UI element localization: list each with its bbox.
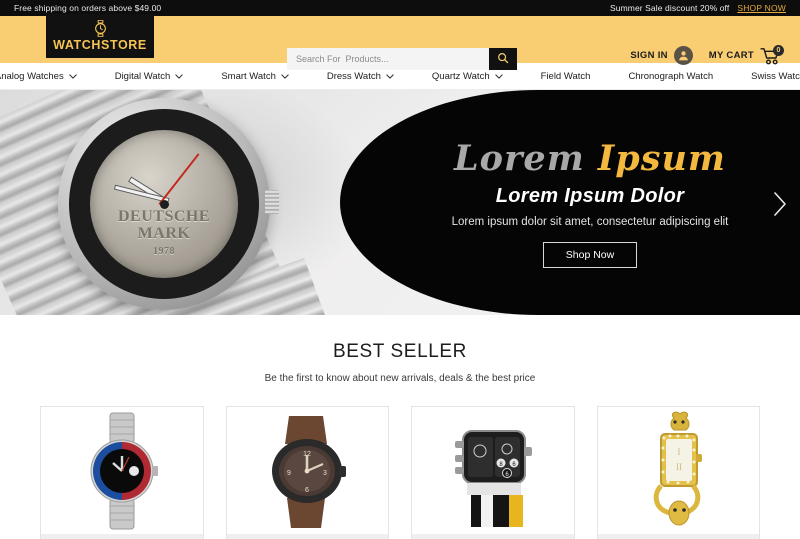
search-bar — [287, 48, 517, 70]
site-header: WATCHSTORE SIGN IN MY CART — [0, 14, 800, 70]
svg-text:II: II — [676, 462, 682, 472]
chevron-down-icon — [494, 73, 503, 79]
watch-dial: DEUTSCHE MARK 1978 — [90, 130, 238, 278]
shipping-message: Free shipping on orders above $49.00 — [14, 3, 162, 13]
sale-message: Summer Sale discount 20% off — [609, 3, 730, 13]
watch-bezel: DEUTSCHE MARK 1978 — [69, 109, 259, 299]
svg-text:9: 9 — [287, 470, 291, 477]
hero-subtitle: Lorem Ipsum Dolor — [495, 184, 685, 207]
svg-text:6: 6 — [305, 487, 309, 494]
nav-item-label: Quartz Watch — [431, 70, 490, 82]
user-avatar-icon — [673, 46, 693, 65]
announcement-right-group: Summer Sale discount 20% off SHOP NOW — [610, 3, 786, 13]
second-hand — [158, 153, 200, 205]
header-actions: SIGN IN MY CART 0 — [630, 44, 784, 65]
search-icon — [497, 52, 509, 67]
nav-item-dress-watch[interactable]: Dress Watch — [308, 71, 413, 82]
chevron-down-icon — [386, 73, 394, 79]
svg-text:3: 3 — [323, 470, 327, 477]
nav-item-digital-watch[interactable]: Digital Watch — [96, 71, 203, 82]
hero-description: Lorem ipsum dolor sit amet, consectetur … — [451, 215, 729, 228]
hero-script-title: Lorem Ipsum — [454, 138, 726, 179]
cart-label: MY CART — [708, 50, 754, 61]
product-image: I II — [597, 407, 759, 534]
cart-count-badge: 0 — [773, 44, 784, 56]
product-grid: PRODUCT 1 12 9 3 6 PRODUCT 2 8 6 6 PRODUCT… — [0, 384, 800, 539]
nav-item-label: Analog Watches — [0, 70, 64, 82]
chevron-down-icon — [281, 73, 289, 79]
watch-crown — [265, 190, 279, 214]
hero-banner: DEUTSCHE MARK 1978 Lorem Ipsum Lorem Ips… — [0, 90, 800, 315]
chevron-down-icon — [175, 73, 183, 79]
watch-icon — [93, 20, 108, 37]
nav-item-label: Dress Watch — [326, 70, 381, 82]
product-card[interactable]: 12 9 3 6 PRODUCT 2 — [225, 406, 389, 539]
product-card[interactable]: PRODUCT 1 — [40, 406, 204, 539]
hero-script-word-2: Ipsum — [597, 137, 726, 179]
nav-item-label: Digital Watch — [114, 70, 171, 82]
nav-item-quartz-watch[interactable]: Quartz Watch — [413, 71, 522, 82]
search-button[interactable] — [489, 48, 517, 70]
dial-center-pin — [159, 199, 169, 209]
svg-text:I: I — [678, 447, 681, 457]
product-card[interactable]: III PRODUCT 4 — [596, 406, 760, 539]
shop-now-link[interactable]: SHOP NOW — [737, 3, 786, 13]
nav-item-chronograph-watch[interactable]: Chronograph Watch — [609, 71, 732, 82]
product-name: PRODUCT 4 — [597, 534, 759, 539]
chevron-down-icon — [69, 73, 77, 79]
hero-shop-now-button[interactable]: Shop Now — [542, 241, 638, 268]
logo[interactable]: WATCHSTORE — [46, 14, 154, 58]
product-card[interactable]: 8 6 6 PRODUCT 3 — [411, 406, 575, 539]
section-subtitle: Be the first to know about new arrivals,… — [264, 373, 536, 384]
nav-item-label: Swiss Watch — [751, 70, 800, 82]
dial-line-2: MARK — [137, 225, 191, 242]
nav-item-field-watch[interactable]: Field Watch — [522, 71, 610, 82]
sign-in-button[interactable]: SIGN IN — [630, 46, 693, 65]
nav-item-analog-watches[interactable]: Analog Watches — [0, 71, 96, 82]
logo-text: WATCHSTORE — [53, 38, 147, 52]
search-input[interactable] — [287, 48, 489, 70]
product-name: PRODUCT 1 — [41, 534, 203, 539]
nav-item-swiss-watch[interactable]: Swiss Watch — [732, 71, 800, 82]
product-image: 8 6 6 — [412, 407, 574, 534]
svg-text:12: 12 — [303, 451, 311, 458]
hero-script-word-1: Lorem — [454, 137, 585, 179]
sign-in-label: SIGN IN — [630, 50, 668, 61]
product-image: 12 9 3 6 — [226, 407, 388, 534]
nav-item-label: Field Watch — [540, 70, 591, 82]
product-name: PRODUCT 3 — [412, 534, 574, 539]
hero-content: Lorem Ipsum Lorem Ipsum Dolor Lorem ipsu… — [400, 90, 800, 315]
nav-item-label: Chronograph Watch — [628, 70, 714, 82]
nav-item-label: Smart Watch — [221, 70, 276, 82]
cart-button[interactable]: MY CART 0 — [708, 44, 784, 65]
dial-line-1: DEUTSCHE — [117, 208, 211, 225]
page-title: BEST SELLER — [332, 341, 468, 362]
shopping-cart-icon: 0 — [760, 44, 784, 65]
hero-watch-case: DEUTSCHE MARK 1978 — [58, 98, 279, 310]
best-seller-section: BEST SELLER Be the first to know about n… — [0, 315, 800, 384]
dial-line-3: 1978 — [153, 246, 175, 257]
chevron-right-icon[interactable] — [772, 191, 788, 222]
product-image — [41, 407, 203, 534]
nav-item-smart-watch[interactable]: Smart Watch — [202, 71, 308, 82]
product-name: PRODUCT 2 — [226, 534, 388, 539]
